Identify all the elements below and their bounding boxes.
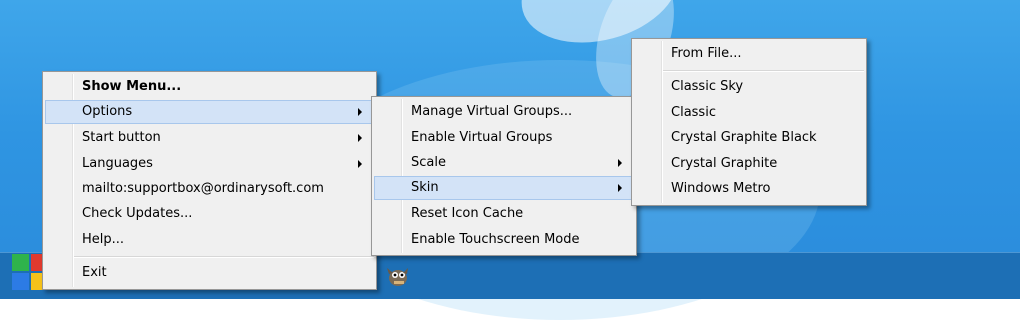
menu-item-help[interactable]: Help... [45,228,374,252]
menu-item-enable-virtual-groups[interactable]: Enable Virtual Groups [374,126,634,150]
menu-separator [74,256,374,258]
menu-item-exit[interactable]: Exit [45,261,374,285]
menu-item-label: Skin [411,180,439,195]
menu-item-manage-virtual-groups[interactable]: Manage Virtual Groups... [374,100,634,124]
menu-item-skin[interactable]: Skin [374,176,634,200]
menu-item-skin-classic[interactable]: Classic [634,101,864,125]
submenu-arrow-icon [358,160,362,168]
gimp-icon[interactable] [382,262,410,290]
menu-item-from-file[interactable]: From File... [634,42,864,66]
menu-separator [663,70,864,72]
menu-item-languages[interactable]: Languages [45,152,374,176]
submenu-arrow-icon [618,159,622,167]
menu-item-options[interactable]: Options [45,100,374,124]
menu-item-reset-icon-cache[interactable]: Reset Icon Cache [374,202,634,226]
menu-item-skin-crystal-graphite[interactable]: Crystal Graphite [634,152,864,176]
menu-item-check-updates[interactable]: Check Updates... [45,202,374,226]
menu-item-label: Scale [411,155,446,170]
menu-item-skin-classic-sky[interactable]: Classic Sky [634,75,864,99]
main-context-menu: Show Menu... Options Start button Langua… [42,71,377,290]
options-submenu: Manage Virtual Groups... Enable Virtual … [371,96,637,256]
menu-item-start-button[interactable]: Start button [45,126,374,150]
submenu-arrow-icon [358,134,362,142]
menu-item-label: Languages [82,156,153,171]
submenu-arrow-icon [618,184,622,192]
menu-item-mailto[interactable]: mailto:supportbox@ordinarysoft.com [45,177,374,201]
menu-item-label: Start button [82,130,161,145]
menu-item-skin-windows-metro[interactable]: Windows Metro [634,177,864,201]
skin-submenu: From File... Classic Sky Classic Crystal… [631,38,867,206]
menu-item-show-menu[interactable]: Show Menu... [45,75,374,99]
menu-item-enable-touchscreen-mode[interactable]: Enable Touchscreen Mode [374,228,634,252]
menu-item-scale[interactable]: Scale [374,151,634,175]
menu-item-skin-crystal-graphite-black[interactable]: Crystal Graphite Black [634,126,864,150]
menu-item-label: Options [82,104,133,119]
submenu-arrow-icon [358,108,362,116]
